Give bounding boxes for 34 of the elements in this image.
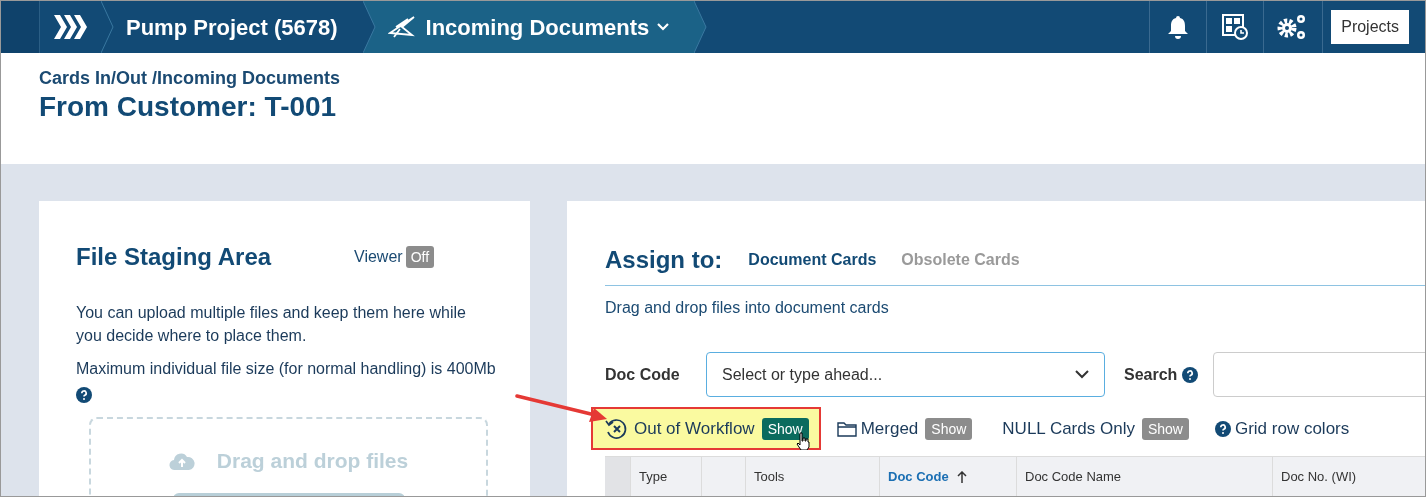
staging-title: File Staging Area xyxy=(76,242,273,272)
search-field[interactable] xyxy=(1213,352,1425,397)
segment-divider-icon xyxy=(101,1,114,53)
project-crumb[interactable]: Pump Project (5678) xyxy=(126,10,338,44)
filter-label: Merged xyxy=(860,417,919,440)
column-header[interactable]: Doc No. (WI) xyxy=(1273,457,1425,496)
page-title: From Customer: T-001 xyxy=(39,90,338,124)
filter-label: Grid row colors xyxy=(1234,417,1350,440)
viewer-label: Viewer xyxy=(354,247,403,267)
column-header[interactable]: Tools xyxy=(746,457,880,496)
breadcrumb-path: Cards In/Out /Incoming Documents xyxy=(39,67,342,89)
dropzone-label: Drag and drop files xyxy=(216,448,409,474)
column-header[interactable]: Type xyxy=(631,457,702,496)
doc-code-label: Doc Code xyxy=(605,364,681,385)
assign-hint: Drag and drop files into document cards xyxy=(605,298,890,318)
projects-button[interactable]: Projects xyxy=(1331,10,1409,44)
doc-code-select[interactable]: Select or type ahead... xyxy=(706,352,1105,397)
card-tab[interactable]: Document Cards xyxy=(748,248,877,272)
section-dropdown[interactable]: Incoming Documents xyxy=(387,10,670,44)
chevron-down-icon xyxy=(657,23,670,31)
chevron-down-icon xyxy=(1075,370,1089,379)
filter-label: Out of Workflow xyxy=(634,417,755,440)
chevrons-logo-icon xyxy=(54,13,88,41)
column-header[interactable]: Doc Code Name xyxy=(1017,457,1273,496)
filter-label: NULL Cards Only xyxy=(1002,417,1135,440)
help-icon[interactable] xyxy=(76,386,92,403)
search-label: Search xyxy=(1124,364,1178,385)
help-icon[interactable] xyxy=(1182,366,1199,383)
file-size-note: Maximum individual file size (for normal handling) is 400Mb xyxy=(76,360,496,377)
staging-description: You can upload multiple files and keep them here while you decide where to place them. xyxy=(76,303,467,346)
column-header[interactable]: Doc Code xyxy=(880,457,1017,496)
folder-icon xyxy=(836,420,857,437)
assign-title: Assign to: xyxy=(605,245,723,275)
help-icon[interactable] xyxy=(1214,420,1231,437)
